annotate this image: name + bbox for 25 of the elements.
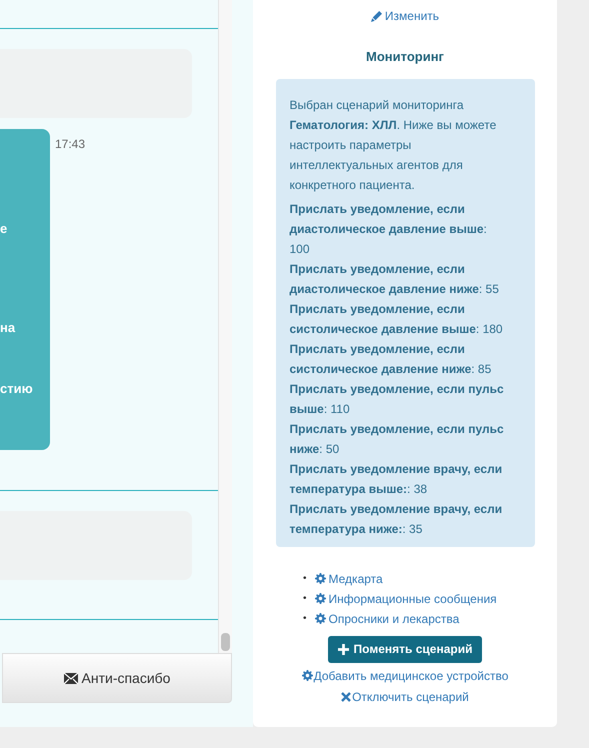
message-text: е — [0, 221, 8, 237]
message-text: стию — [0, 381, 33, 397]
settings-link[interactable]: Опросники и лекарства — [314, 608, 460, 628]
edit-link[interactable]: Изменить — [370, 7, 440, 25]
settings-link[interactable]: Медкарта — [314, 568, 383, 588]
rule-text: Прислать уведомление, если пульс выше: 110 — [290, 380, 505, 418]
rule-text: Прислать уведомление врачу, если температура выше:: 38 — [290, 460, 504, 498]
rule-text: Прислать уведомление врачу, если температура ниже:: 35 — [290, 500, 504, 538]
intro-text: Выбран сценарий мониторинга Гематология: ХЛЛ. Ниже вы можете настроить параметры интеллектуальных агентов для конкретного пациента. — [290, 96, 498, 194]
bullet: • — [303, 572, 307, 586]
disable-link[interactable]: Отключить сценарий — [341, 688, 469, 706]
bullet: • — [303, 592, 307, 606]
rule-text: Прислать уведомление, если систолическое давление выше: 180 — [290, 300, 504, 338]
rule-text: Прислать уведомление, если диастолическое давление ниже: 55 — [290, 260, 500, 298]
add-device-link[interactable]: Добавить медицинское устройство — [302, 666, 508, 684]
section-title: Мониторинг — [366, 48, 444, 66]
rule-text: Прислать уведомление, если пульс ниже: 50 — [290, 420, 505, 458]
message-text: на — [0, 320, 16, 336]
message-time: 17:43 — [55, 136, 86, 153]
rule-text: Прислать уведомление, если систолическое давление ниже: 85 — [290, 340, 492, 378]
settings-link[interactable]: Информационные сообщения — [314, 588, 497, 608]
rule-text: Прислать уведомление, если диастолическое давление выше: 100 — [290, 200, 488, 258]
bullet: • — [303, 612, 307, 626]
change-scenario-button[interactable]: Поменять сценарий — [328, 636, 482, 662]
anti-thanks-button[interactable]: Анти-спасибо — [2, 653, 232, 703]
